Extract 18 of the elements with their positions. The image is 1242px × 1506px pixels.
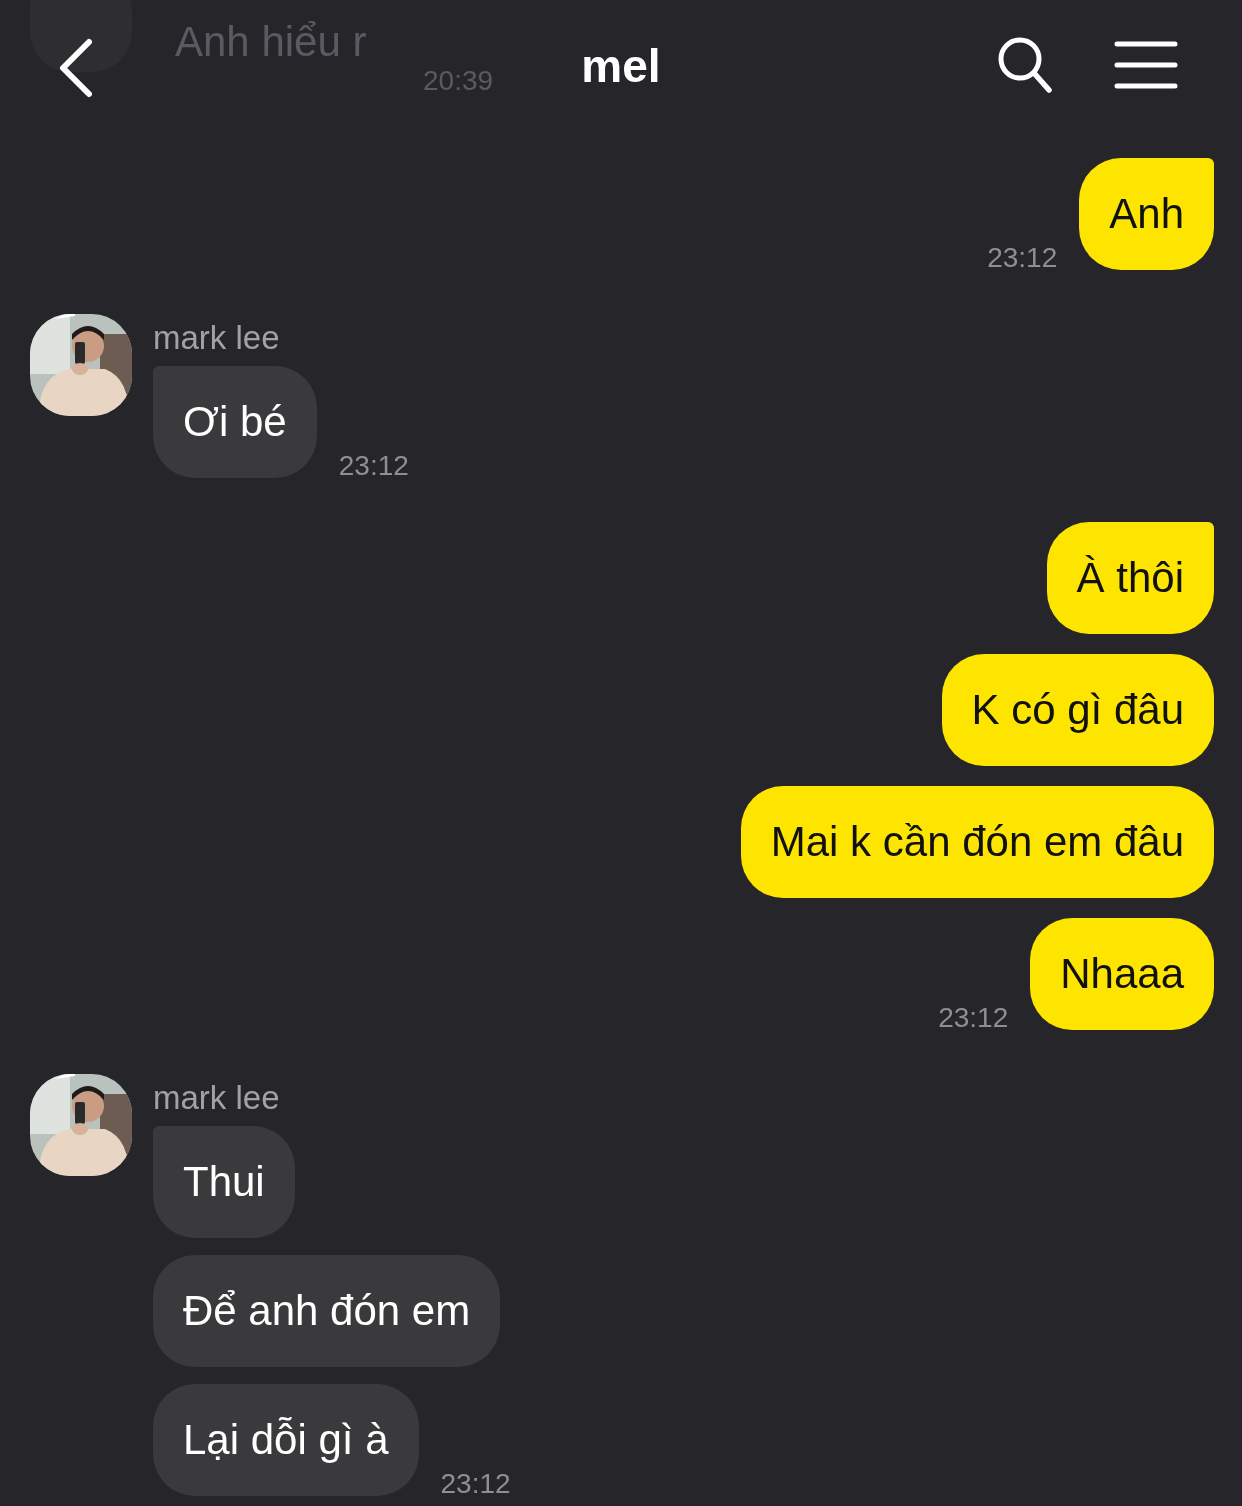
sender-name: mark lee	[153, 318, 280, 358]
chat-title: mel	[581, 40, 661, 92]
message-bubble: Mai k cần đón em đâu	[740, 786, 1214, 898]
message-bubble: Để anh đón em	[153, 1255, 501, 1367]
message-bubble: Nhaaa	[1030, 918, 1214, 1030]
message-bubble: Lại dỗi gì à	[153, 1384, 419, 1496]
message-bubble: Thui	[153, 1126, 295, 1238]
sender-name: mark lee	[153, 1078, 280, 1118]
search-button[interactable]	[997, 36, 1053, 94]
message-time: 23:12	[938, 1004, 1009, 1032]
menu-button[interactable]	[1114, 40, 1178, 90]
message-time: 23:12	[987, 244, 1058, 272]
message-bubble: Anh	[1079, 158, 1214, 270]
message-bubble: À thôi	[1046, 522, 1214, 634]
message-bubble: K có gì đâu	[941, 654, 1214, 766]
message-time: 23:12	[338, 452, 409, 480]
message-bubble: Ơi bé	[153, 366, 317, 478]
message-time: 23:12	[440, 1470, 511, 1498]
